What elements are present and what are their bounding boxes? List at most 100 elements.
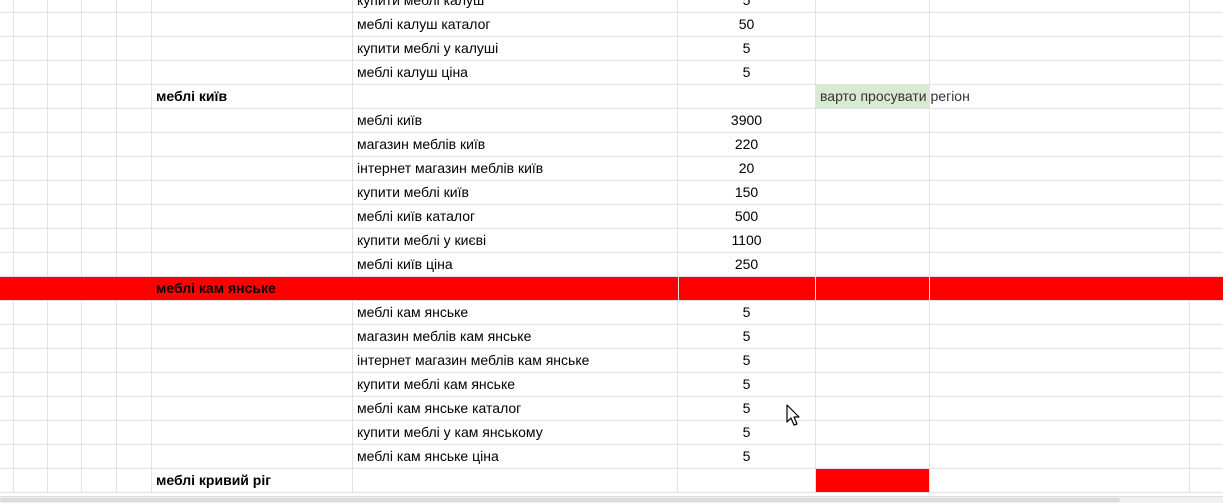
cell-category[interactable]: меблі кривий ріг [152,469,353,492]
cell-note-highlighted[interactable]: варто просувати регіон [816,85,970,108]
cell[interactable] [14,229,48,252]
cell[interactable] [930,253,1190,276]
cell-keyword[interactable]: меблі калуш каталог [353,13,678,36]
cell[interactable] [82,301,117,324]
cell-volume[interactable] [678,277,816,300]
cell-keyword[interactable]: магазин меблів кам янське [353,325,678,348]
cell[interactable] [930,421,1190,444]
cell[interactable] [1190,157,1223,180]
cell[interactable] [48,37,82,60]
cell[interactable] [930,109,1190,132]
cell-note[interactable] [816,133,930,156]
cell-volume[interactable]: 5 [678,373,816,396]
cell-keyword[interactable]: купити меблі кам янське [353,373,678,396]
cell[interactable] [117,397,152,420]
cell[interactable] [48,85,82,108]
cell[interactable] [0,205,14,228]
cell[interactable] [48,253,82,276]
cell[interactable] [14,469,48,492]
cell-keyword[interactable]: купити меблі у києві [353,229,678,252]
cell[interactable] [930,0,1190,12]
cell-volume[interactable]: 150 [678,181,816,204]
cell-keyword[interactable]: купити меблі київ [353,181,678,204]
cell[interactable] [1190,397,1223,420]
cell-keyword[interactable]: меблі кам янське [353,301,678,324]
cell[interactable] [0,109,14,132]
cell-category[interactable] [152,373,353,396]
cell[interactable] [930,397,1190,420]
cell-volume[interactable]: 3900 [678,109,816,132]
cell[interactable] [1190,133,1223,156]
cell[interactable] [1190,253,1223,276]
cell-category[interactable] [152,301,353,324]
cell-note[interactable] [816,229,930,252]
cell[interactable] [14,445,48,468]
cell[interactable] [117,181,152,204]
cell-category[interactable] [152,253,353,276]
cell[interactable] [117,229,152,252]
cell[interactable] [117,61,152,84]
cell[interactable] [117,13,152,36]
cell[interactable] [82,13,117,36]
cell[interactable] [930,133,1190,156]
cell[interactable] [82,325,117,348]
cell-category[interactable] [152,0,353,12]
cell[interactable] [82,229,117,252]
cell-note[interactable] [816,181,930,204]
cell[interactable] [48,61,82,84]
cell[interactable] [0,229,14,252]
cell-category[interactable] [152,397,353,420]
cell[interactable] [82,133,117,156]
cell-category[interactable] [152,349,353,372]
cell-keyword[interactable]: інтернет магазин меблів кам янське [353,349,678,372]
cell-keyword[interactable] [353,277,678,300]
cell-keyword[interactable]: інтернет магазин меблів київ [353,157,678,180]
cell-category[interactable] [152,133,353,156]
cell-note[interactable] [816,421,930,444]
cell[interactable] [14,325,48,348]
cell[interactable] [48,373,82,396]
cell[interactable] [930,13,1190,36]
cell[interactable] [14,157,48,180]
cell-category[interactable]: меблі київ [152,85,353,108]
cell[interactable] [0,373,14,396]
cell-category[interactable] [152,445,353,468]
cell[interactable] [1190,181,1223,204]
cell[interactable] [82,277,117,300]
cell[interactable] [48,13,82,36]
cell[interactable] [82,421,117,444]
cell[interactable] [117,277,152,300]
cell-volume[interactable]: 5 [678,349,816,372]
cell-note[interactable] [816,445,930,468]
cell[interactable] [82,373,117,396]
cell[interactable] [117,469,152,492]
scrollbar-thumb[interactable] [0,498,1120,502]
cell[interactable] [14,421,48,444]
cell[interactable] [14,109,48,132]
cell-volume[interactable] [678,469,816,492]
cell[interactable] [0,277,14,300]
cell-keyword[interactable]: меблі калуш ціна [353,61,678,84]
cell[interactable] [1190,325,1223,348]
cell[interactable] [0,61,14,84]
cell-note[interactable] [816,109,930,132]
cell[interactable] [48,421,82,444]
cell[interactable] [82,397,117,420]
cell-category[interactable] [152,421,353,444]
cell-volume[interactable]: 5 [678,325,816,348]
cell-volume[interactable]: 5 [678,445,816,468]
cell[interactable] [117,37,152,60]
cell-note-highlighted[interactable] [816,469,930,492]
cell[interactable] [1190,301,1223,324]
cell-volume[interactable]: 50 [678,13,816,36]
cell[interactable] [82,61,117,84]
cell-category[interactable] [152,13,353,36]
cell[interactable] [0,397,14,420]
cell[interactable] [1190,61,1223,84]
cell-category[interactable] [152,109,353,132]
cell[interactable] [48,325,82,348]
cell[interactable] [48,277,82,300]
cell[interactable] [82,445,117,468]
cell-keyword[interactable] [353,469,678,492]
cell-note[interactable] [816,397,930,420]
